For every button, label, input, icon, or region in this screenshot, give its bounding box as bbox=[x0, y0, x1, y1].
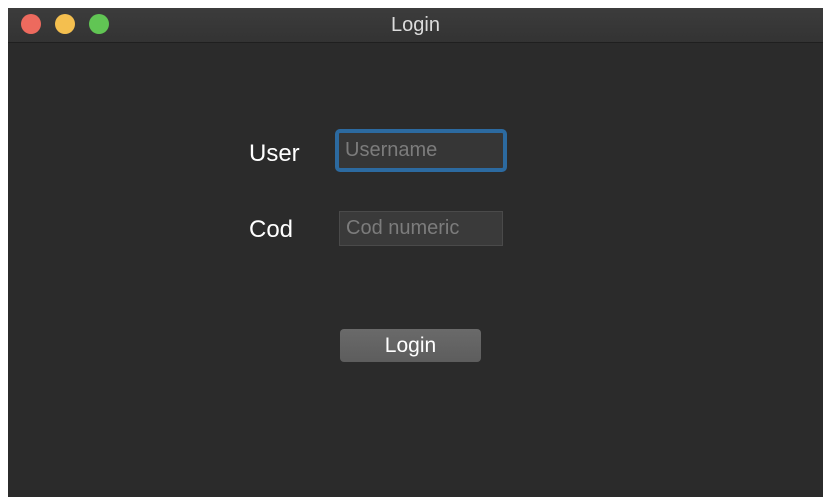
username-input[interactable] bbox=[335, 129, 507, 172]
numeric-code-input[interactable] bbox=[339, 211, 503, 246]
title-bar[interactable]: Login bbox=[8, 8, 823, 43]
login-window: Login User Cod Login bbox=[8, 8, 823, 497]
code-label: Cod bbox=[249, 216, 294, 243]
login-button[interactable]: Login bbox=[340, 329, 481, 362]
window-title: Login bbox=[391, 14, 440, 36]
user-label: User bbox=[249, 140, 300, 167]
